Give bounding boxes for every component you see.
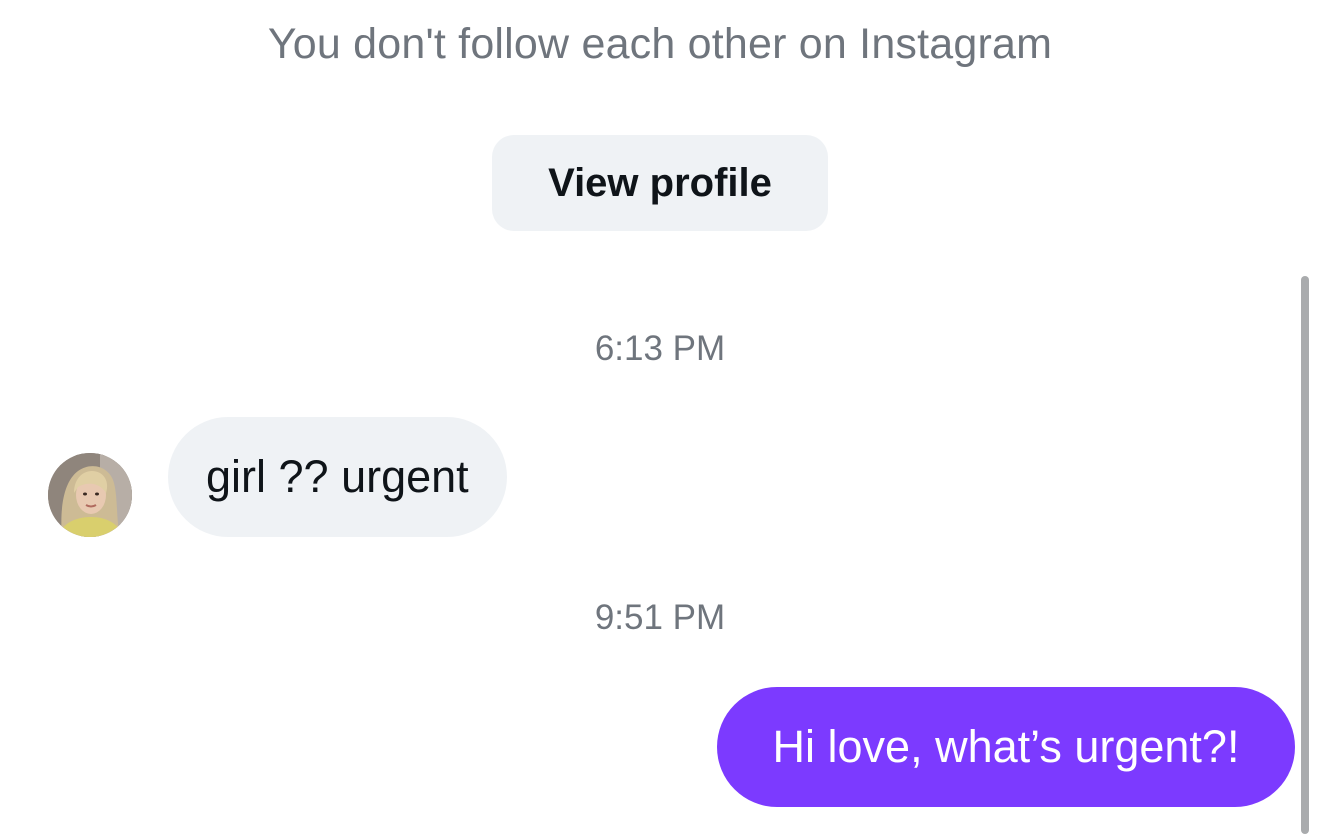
message-timestamp: 9:51 PM — [594, 598, 726, 637]
follow-status-note: You don't follow each other on Instagram — [267, 20, 1053, 68]
message-timestamp: 6:13 PM — [594, 329, 726, 368]
scrollbar[interactable] — [1301, 276, 1309, 834]
sender-avatar[interactable] — [48, 453, 132, 537]
avatar-photo — [48, 453, 132, 537]
incoming-message-bubble[interactable]: girl ?? urgent — [168, 417, 507, 537]
dm-conversation: You don't follow each other on Instagram… — [0, 0, 1320, 834]
outgoing-message-bubble[interactable]: Hi love, what’s urgent?! — [717, 687, 1295, 807]
view-profile-button[interactable]: View profile — [492, 135, 828, 231]
